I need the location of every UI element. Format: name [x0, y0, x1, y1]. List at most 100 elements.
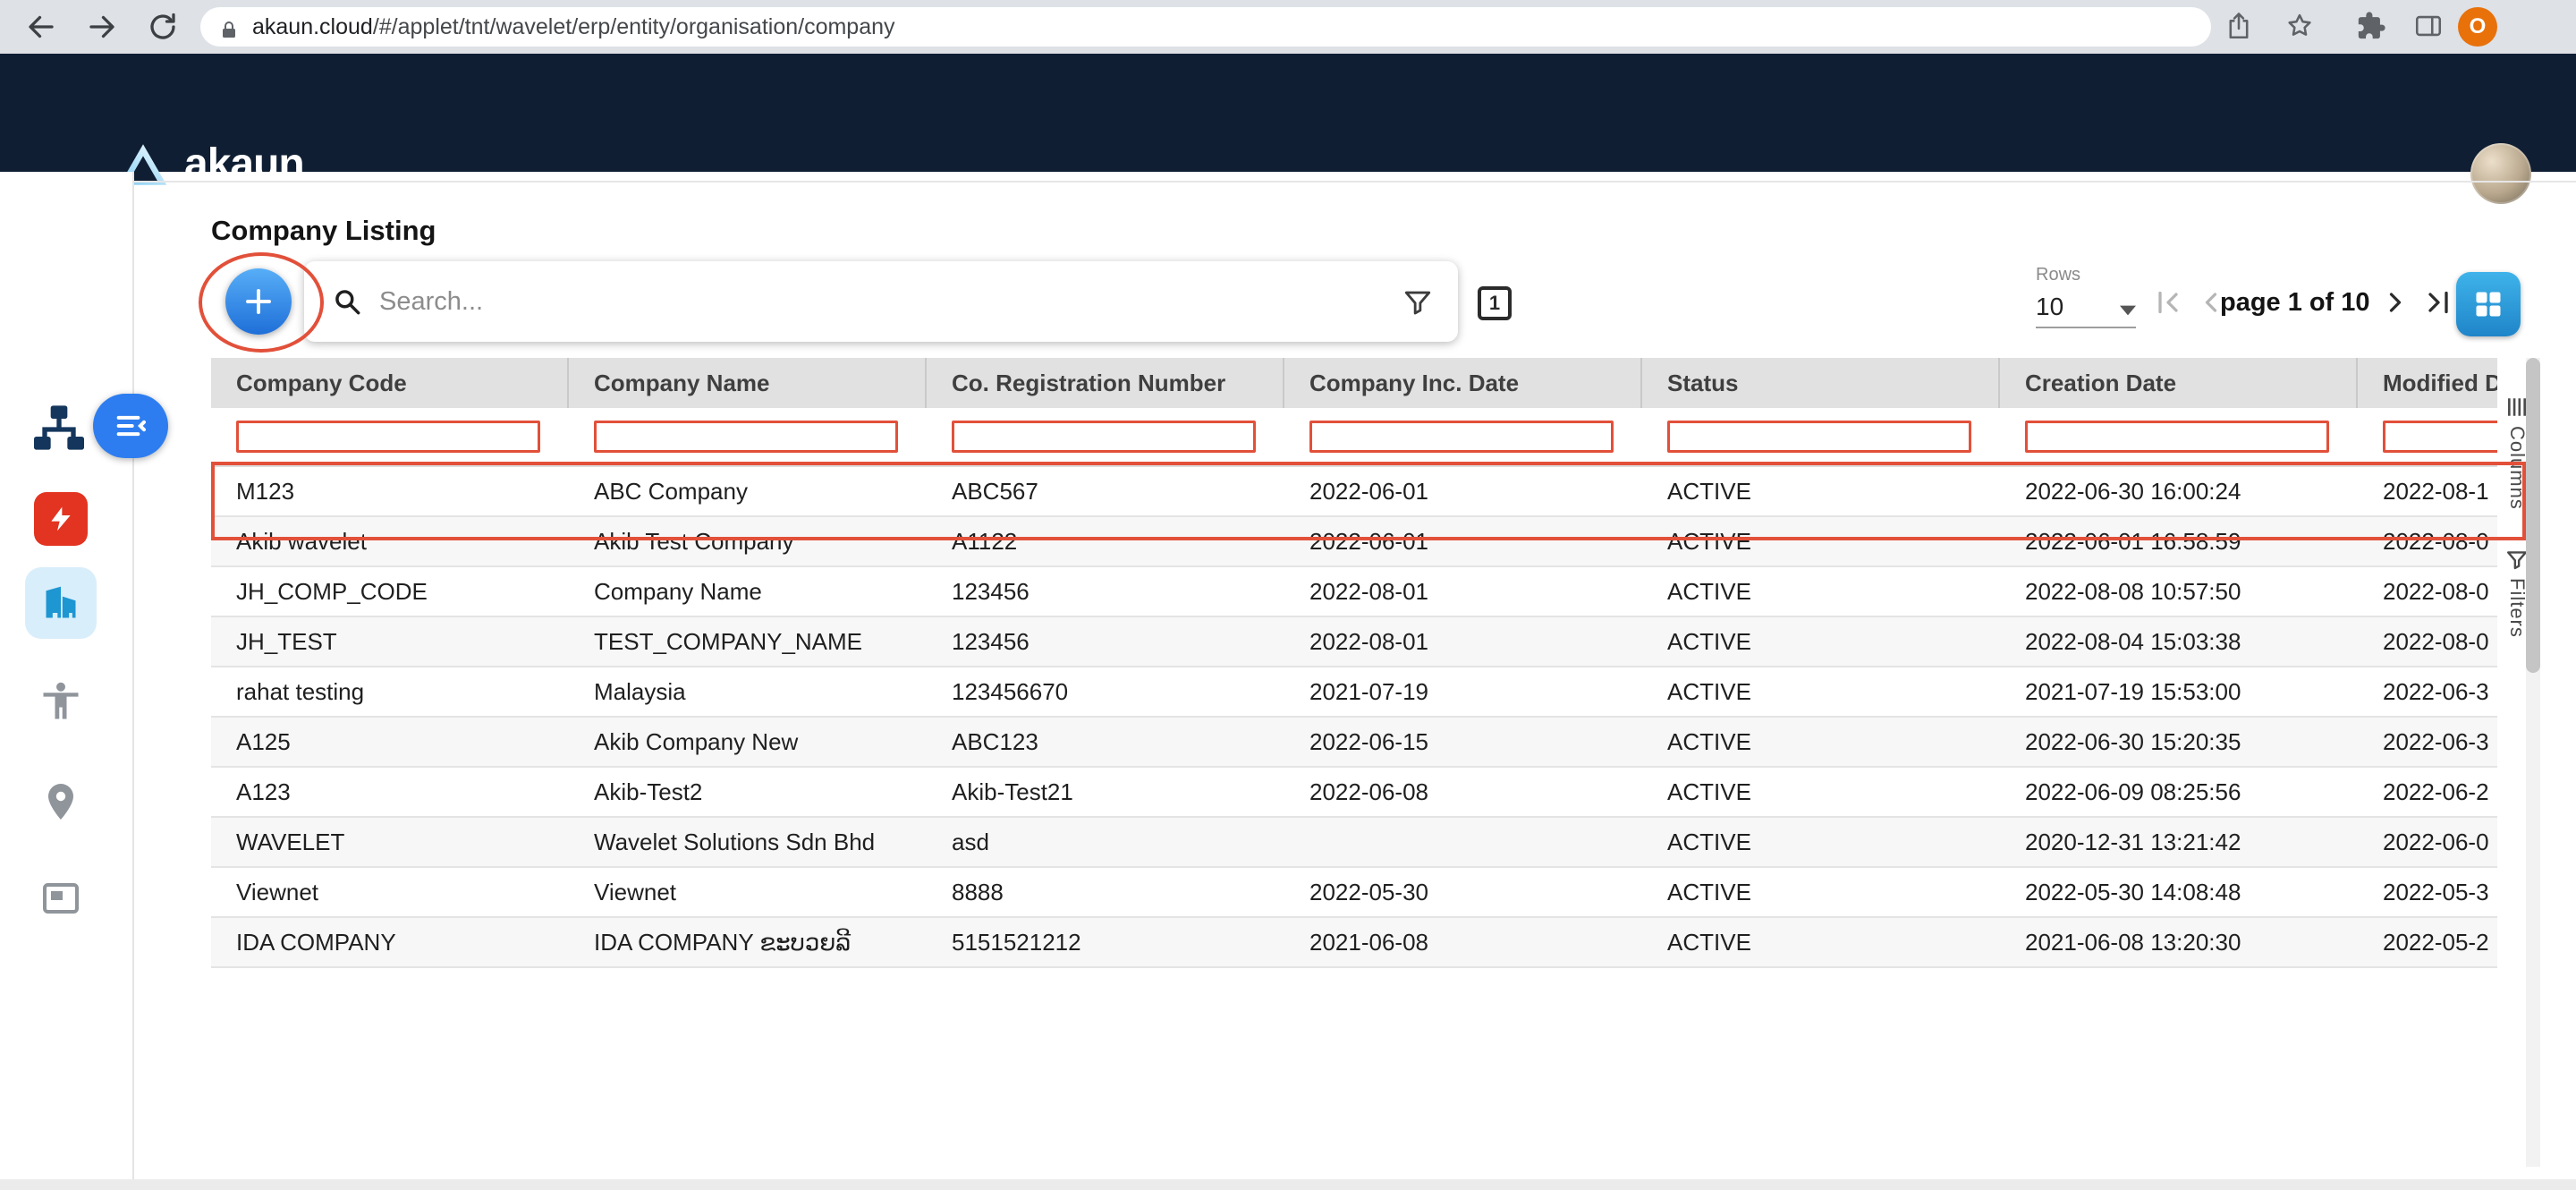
add-company-button[interactable] — [225, 268, 292, 335]
column-filter-input[interactable] — [236, 421, 540, 453]
location-pin-icon[interactable] — [39, 780, 82, 823]
card-icon[interactable] — [39, 877, 82, 920]
table-cell: 2022-06-30 16:00:24 — [2000, 467, 2358, 517]
table-row[interactable]: JH_TESTTEST_COMPANY_NAME1234562022-08-01… — [211, 617, 2497, 667]
bookmark-star-icon[interactable] — [2284, 11, 2315, 41]
refresh-icon[interactable] — [147, 11, 179, 43]
table-cell: A1122 — [927, 517, 1284, 567]
table-cell: asd — [927, 818, 1284, 868]
table-row[interactable]: M123ABC CompanyABC5672022-06-01ACTIVE202… — [211, 467, 2497, 517]
column-header[interactable]: Modified D — [2358, 358, 2497, 408]
extensions-icon[interactable] — [2356, 11, 2386, 41]
applet-store-icon[interactable] — [34, 492, 88, 546]
column-header[interactable]: Company Name — [569, 358, 927, 408]
page-total: 10 — [2341, 288, 2369, 317]
table-cell: 2022-06-01 — [1284, 467, 1642, 517]
column-filter-input[interactable] — [1309, 421, 1614, 453]
search-input[interactable] — [379, 287, 1402, 317]
column-filter-input[interactable] — [1667, 421, 1971, 453]
table-cell: M123 — [211, 467, 569, 517]
table-cell: 2022-06-0 — [2358, 818, 2497, 868]
search-bar — [304, 261, 1458, 342]
chevron-down-icon — [2120, 305, 2136, 316]
url-text: akaun.cloud/#/applet/tnt/wavelet/erp/ent… — [252, 14, 895, 40]
menu-open-icon — [113, 394, 148, 458]
column-filter-input[interactable] — [2383, 421, 2497, 453]
table-cell: Akib-Test21 — [927, 768, 1284, 818]
plus-icon — [242, 285, 275, 318]
column-header[interactable]: Company Inc. Date — [1284, 358, 1642, 408]
table-cell: 2021-07-19 — [1284, 667, 1642, 718]
next-page-button[interactable] — [2379, 286, 2411, 319]
browser-profile-avatar[interactable]: O — [2458, 7, 2497, 47]
table-cell: 5151521212 — [927, 918, 1284, 968]
table-cell: 2022-08-0 — [2358, 517, 2497, 567]
table-cell: 2022-08-0 — [2358, 567, 2497, 617]
table-cell: 2022-05-2 — [2358, 918, 2497, 968]
table-cell: 123456 — [927, 567, 1284, 617]
column-filter-input[interactable] — [594, 421, 898, 453]
table-cell: 2022-06-2 — [2358, 768, 2497, 818]
side-panel-icon[interactable] — [2413, 11, 2444, 41]
table-cell: 2022-05-3 — [2358, 868, 2497, 918]
last-page-button[interactable] — [2422, 286, 2454, 319]
address-bar[interactable]: akaun.cloud/#/applet/tnt/wavelet/erp/ent… — [200, 7, 2211, 47]
scrollbar-thumb[interactable] — [2526, 358, 2540, 673]
table-row[interactable]: A125Akib Company NewABC1232022-06-15ACTI… — [211, 718, 2497, 768]
people-icon[interactable] — [38, 678, 84, 725]
column-header[interactable]: Status — [1642, 358, 2000, 408]
column-header[interactable]: Co. Registration Number — [927, 358, 1284, 408]
filter-funnel-icon[interactable] — [1402, 286, 1433, 317]
company-building-icon[interactable] — [25, 567, 97, 639]
table-row[interactable]: JH_COMP_CODECompany Name1234562022-08-01… — [211, 567, 2497, 617]
first-page-button[interactable] — [2152, 286, 2184, 319]
single-column-layout-icon[interactable]: 1 — [1478, 286, 1512, 320]
app-header: akaun — [0, 54, 2576, 172]
menu-toggle-button[interactable] — [93, 394, 168, 458]
table-row[interactable]: ViewnetViewnet88882022-05-30ACTIVE2022-0… — [211, 868, 2497, 918]
table-row[interactable]: Akib waveletAkib Test CompanyA11222022-0… — [211, 517, 2497, 567]
url-domain: akaun.cloud — [252, 14, 373, 39]
table-cell: 123456670 — [927, 667, 1284, 718]
column-header[interactable]: Creation Date — [2000, 358, 2358, 408]
rows-per-page-select[interactable]: Rows 10 — [2036, 265, 2136, 328]
page-word: page — [2220, 288, 2281, 317]
rows-label: Rows — [2036, 265, 2136, 285]
table-cell: ACTIVE — [1642, 617, 2000, 667]
org-chart-icon[interactable] — [29, 401, 89, 458]
forward-icon[interactable] — [86, 11, 118, 43]
table-cell: 2021-06-08 13:20:30 — [2000, 918, 2358, 968]
table-row[interactable]: rahat testingMalaysia1234566702021-07-19… — [211, 667, 2497, 718]
table-cell: 2021-07-19 15:53:00 — [2000, 667, 2358, 718]
table-cell: ACTIVE — [1642, 718, 2000, 768]
table-header-row: Company CodeCompany NameCo. Registration… — [211, 358, 2497, 408]
table-cell: Company Name — [569, 567, 927, 617]
table-cell: ABC123 — [927, 718, 1284, 768]
table-row[interactable]: WAVELETWavelet Solutions Sdn BhdasdACTIV… — [211, 818, 2497, 868]
table-cell: 2022-06-3 — [2358, 718, 2497, 768]
company-table: Company CodeCompany NameCo. Registration… — [211, 358, 2497, 1163]
app: akaun.cloud/#/applet/tnt/wavelet/erp/ent… — [0, 0, 2576, 1190]
table-row[interactable]: A123Akib-Test2Akib-Test212022-06-08ACTIV… — [211, 768, 2497, 818]
table-cell: 2022-06-15 — [1284, 718, 1642, 768]
table-cell: ACTIVE — [1642, 768, 2000, 818]
table-cell: ACTIVE — [1642, 918, 2000, 968]
table-cell: 2021-06-08 — [1284, 918, 1642, 968]
table-cell: 2022-06-08 — [1284, 768, 1642, 818]
user-avatar[interactable] — [2470, 143, 2531, 204]
grid-view-button[interactable] — [2456, 272, 2521, 336]
column-filter-input[interactable] — [2025, 421, 2329, 453]
table-cell: TEST_COMPANY_NAME — [569, 617, 927, 667]
table-cell: A125 — [211, 718, 569, 768]
table-cell: ABC567 — [927, 467, 1284, 517]
column-filter-input[interactable] — [952, 421, 1256, 453]
vertical-scrollbar[interactable] — [2526, 358, 2540, 1167]
table-row[interactable]: IDA COMPANYIDA COMPANY ຂະບວຍລີ5151521212… — [211, 918, 2497, 968]
header-divider — [134, 181, 2576, 183]
back-icon[interactable] — [25, 11, 57, 43]
table-cell: 123456 — [927, 617, 1284, 667]
search-icon — [333, 287, 361, 316]
column-header[interactable]: Company Code — [211, 358, 569, 408]
share-icon[interactable] — [2224, 11, 2254, 41]
table-cell: ACTIVE — [1642, 567, 2000, 617]
